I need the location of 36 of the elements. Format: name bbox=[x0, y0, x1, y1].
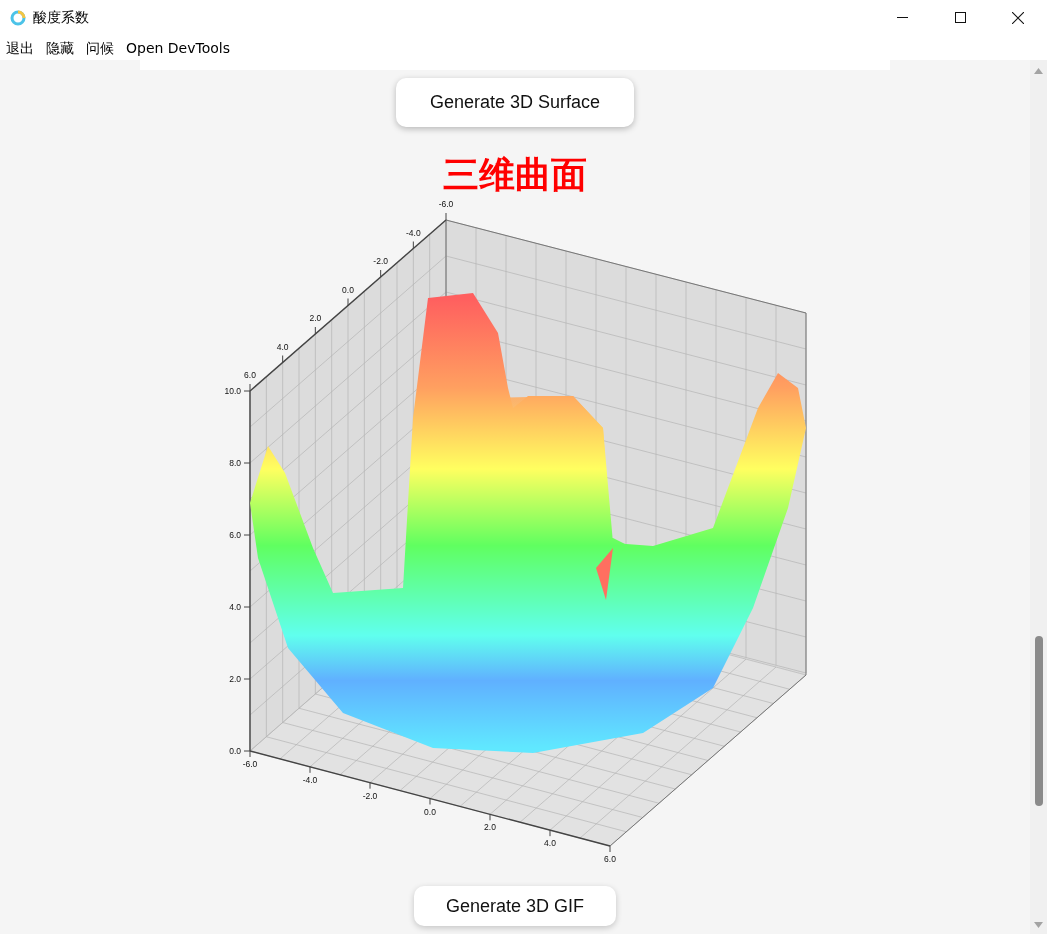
menu-item[interactable]: Open DevTools bbox=[126, 40, 230, 55]
chart-title: 三维曲面 bbox=[443, 153, 587, 197]
generate-surface-button[interactable]: Generate 3D Surface bbox=[396, 78, 634, 127]
tick-label: -4.0 bbox=[405, 227, 421, 238]
tick-label: -2.0 bbox=[372, 256, 388, 266]
tick-label: 0.0 bbox=[423, 806, 436, 817]
menu-item[interactable]: 退出 bbox=[6, 40, 34, 55]
tick-label: -6.0 bbox=[438, 199, 453, 209]
window-title: 酸度系数 bbox=[33, 8, 89, 27]
tick-label: 6.0 bbox=[243, 370, 256, 380]
tick-label: 2.0 bbox=[483, 822, 496, 833]
menu-item[interactable]: 问候 bbox=[86, 40, 114, 55]
scrollbar[interactable] bbox=[1030, 60, 1047, 934]
tick-label: -2.0 bbox=[362, 790, 377, 801]
scrollbar-thumb[interactable] bbox=[1034, 636, 1043, 806]
tick-label: 4.0 bbox=[543, 838, 556, 849]
tick-label: 4.0 bbox=[276, 341, 289, 352]
tick-label: 8.0 bbox=[228, 458, 241, 468]
menu-item[interactable]: 隐藏 bbox=[46, 40, 74, 55]
tick-label: 0.0 bbox=[341, 284, 354, 295]
scroll-up-icon bbox=[1034, 68, 1043, 74]
app-logo-icon bbox=[10, 9, 26, 26]
generate-gif-button[interactable]: Generate 3D GIF bbox=[414, 886, 616, 926]
tick-label: 2.0 bbox=[228, 674, 241, 684]
tick-label: -4.0 bbox=[302, 774, 317, 785]
tick-label: 0.0 bbox=[228, 746, 241, 756]
tick-label: 4.0 bbox=[228, 602, 241, 612]
tick-label: 6.0 bbox=[603, 854, 616, 864]
tick-label: -6.0 bbox=[242, 759, 257, 769]
close-icon bbox=[1012, 11, 1024, 24]
tick-label: 6.0 bbox=[228, 530, 241, 540]
minimize-icon bbox=[896, 17, 908, 18]
maximize-icon bbox=[954, 12, 966, 23]
tick-label: 2.0 bbox=[308, 313, 321, 323]
scroll-down-icon bbox=[1034, 922, 1043, 928]
tick-label: 10.0 bbox=[223, 386, 241, 396]
